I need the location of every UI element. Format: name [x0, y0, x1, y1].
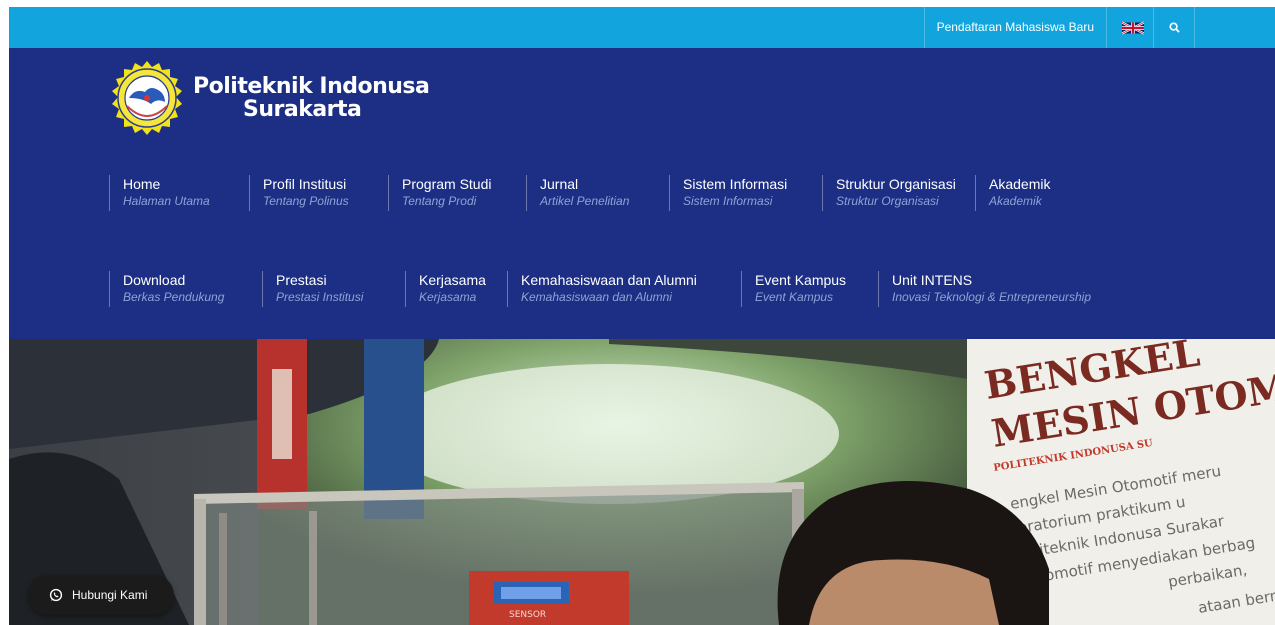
logo-name-line1: Politeknik Indonusa — [193, 74, 430, 99]
site-logo[interactable]: Politeknik Indonusa Surakarta — [109, 60, 430, 136]
hero-photo: SENSOR BENGKEL MESIN OTOM POLITEKNIK IND… — [9, 339, 1275, 625]
nav-subtitle: Inovasi Teknologi & Entrepreneurship — [892, 290, 1092, 304]
nav-subtitle: Halaman Utama — [123, 194, 210, 208]
nav-title: Struktur Organisasi — [836, 176, 956, 192]
nav-title: Kemahasiswaan dan Alumni — [521, 272, 697, 288]
nav-akademik[interactable]: Akademik Akademik — [975, 175, 1050, 211]
nav-sistem-informasi[interactable]: Sistem Informasi Sistem Informasi — [669, 175, 787, 211]
nav-title: Unit INTENS — [892, 272, 973, 288]
nav-subtitle: Kemahasiswaan dan Alumni — [521, 290, 672, 304]
search-button[interactable] — [1153, 7, 1195, 48]
nav-kemahasiswaan-alumni[interactable]: Kemahasiswaan dan Alumni Kemahasiswaan d… — [507, 271, 697, 307]
nav-subtitle: Berkas Pendukung — [123, 290, 225, 304]
nav-subtitle: Tentang Prodi — [402, 194, 477, 208]
nav-subtitle: Artikel Penelitian — [540, 194, 630, 208]
main-header: Politeknik Indonusa Surakarta Home Halam… — [9, 48, 1275, 339]
nav-subtitle: Struktur Organisasi — [836, 194, 939, 208]
nav-title: Jurnal — [540, 176, 579, 192]
nav-profil-institusi[interactable]: Profil Institusi Tentang Polinus — [249, 175, 349, 211]
nav-subtitle: Tentang Polinus — [263, 194, 349, 208]
nav-title: Event Kampus — [755, 272, 847, 288]
nav-title: Kerjasama — [419, 272, 486, 288]
language-switch[interactable] — [1106, 7, 1159, 48]
logo-name-line2: Surakarta — [243, 97, 362, 122]
nav-subtitle: Akademik — [989, 194, 1042, 208]
politeknik-emblem-logo — [112, 61, 182, 135]
whatsapp-label: Hubungi Kami — [72, 588, 148, 602]
search-icon — [1168, 22, 1180, 33]
nav-title: Home — [123, 176, 161, 192]
nav-title: Program Studi — [402, 176, 492, 192]
nav-program-studi[interactable]: Program Studi Tentang Prodi — [388, 175, 491, 211]
nav-title: Profil Institusi — [263, 176, 347, 192]
nav-subtitle: Kerjasama — [419, 290, 477, 304]
nav-event-kampus[interactable]: Event Kampus Event Kampus — [741, 271, 846, 307]
nav-prestasi[interactable]: Prestasi Prestasi Institusi — [262, 271, 363, 307]
nav-subtitle: Sistem Informasi — [683, 194, 773, 208]
nav-title: Download — [123, 272, 186, 288]
nav-kerjasama[interactable]: Kerjasama Kerjasama — [405, 271, 486, 307]
nav-title: Akademik — [989, 176, 1051, 192]
nav-title: Sistem Informasi — [683, 176, 788, 192]
nav-struktur-organisasi[interactable]: Struktur Organisasi Struktur Organisasi — [822, 175, 956, 211]
hero-slider-image[interactable]: SENSOR BENGKEL MESIN OTOM POLITEKNIK IND… — [9, 339, 1275, 625]
uk-flag-icon — [1122, 21, 1144, 34]
registration-link[interactable]: Pendaftaran Mahasiswa Baru — [923, 7, 1106, 48]
nav-download[interactable]: Download Berkas Pendukung — [109, 271, 224, 307]
whatsapp-contact-button[interactable]: Hubungi Kami — [28, 575, 174, 615]
nav-jurnal[interactable]: Jurnal Artikel Penelitian — [526, 175, 629, 211]
nav-subtitle: Event Kampus — [755, 290, 834, 304]
device-label: SENSOR — [509, 610, 546, 620]
top-bar: Pendaftaran Mahasiswa Baru — [9, 7, 1275, 48]
whatsapp-icon — [49, 588, 63, 602]
nav-subtitle: Prestasi Institusi — [276, 290, 364, 304]
nav-title: Prestasi — [276, 272, 327, 288]
nav-home[interactable]: Home Halaman Utama — [109, 175, 210, 211]
nav-unit-intens[interactable]: Unit INTENS Inovasi Teknologi & Entrepre… — [878, 271, 1091, 307]
